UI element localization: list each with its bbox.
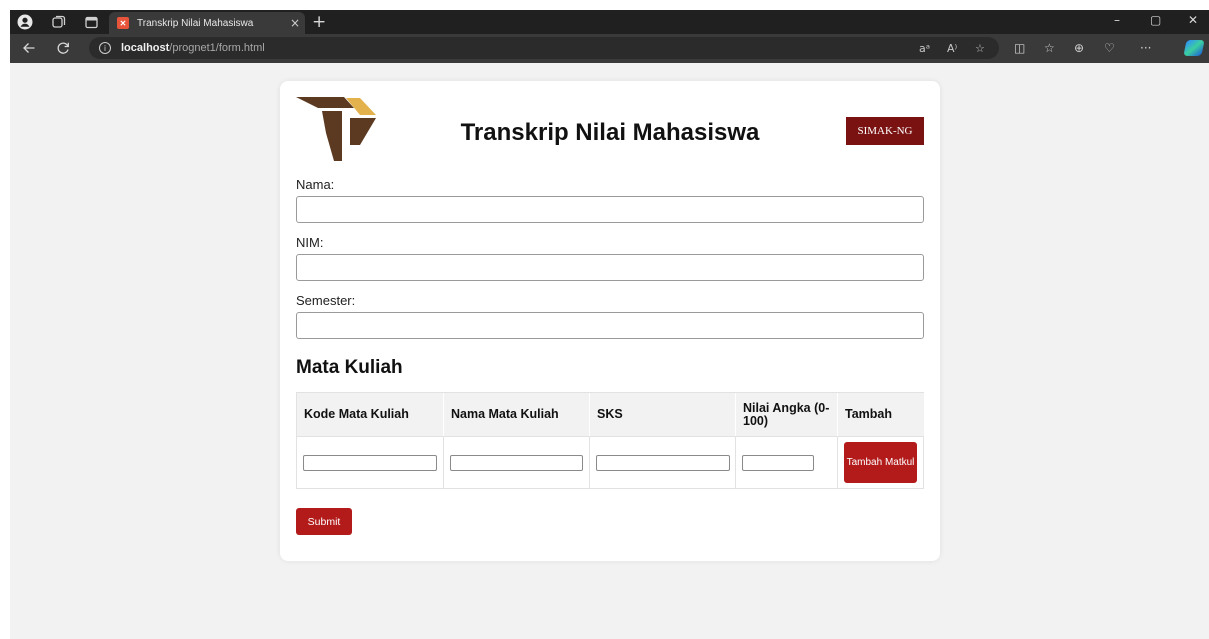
nama-input[interactable] — [296, 196, 924, 223]
split-screen-icon[interactable]: ◫ — [1014, 41, 1025, 55]
table-cell — [590, 436, 736, 489]
browser-toolbar: i localhost /prognet1/form.html aᵃ A⁾ ☆ … — [10, 34, 1209, 63]
col-header-nilai: Nilai Angka (0-100) — [736, 393, 838, 436]
url-path: /prognet1/form.html — [169, 42, 265, 54]
restore-icon[interactable]: ▢ — [1150, 13, 1161, 27]
col-header-kode: Kode Mata Kuliah — [297, 393, 444, 436]
sks-input[interactable] — [596, 455, 730, 471]
col-header-sks: SKS — [590, 393, 736, 436]
refresh-icon[interactable] — [54, 39, 72, 57]
profile-icon[interactable] — [16, 13, 34, 31]
col-header-nama: Nama Mata Kuliah — [444, 393, 590, 436]
read-aloud-icon[interactable]: A⁾ — [947, 42, 957, 55]
nim-label: NIM: — [296, 235, 324, 250]
table-cell — [444, 436, 590, 489]
kode-matkul-input[interactable] — [303, 455, 437, 471]
site-info-icon[interactable]: i — [99, 42, 111, 54]
favorite-star-icon[interactable]: ☆ — [975, 42, 985, 55]
page-viewport: Transkrip Nilai Mahasiswa SIMAK-NG Nama:… — [10, 63, 1209, 639]
mata-kuliah-heading: Mata Kuliah — [296, 357, 403, 378]
table-cell: Tambah Matkul — [838, 436, 924, 489]
tab-strip: ✕ Transkrip Nilai Mahasiswa × + – ▢ ✕ — [10, 10, 1209, 34]
semester-input[interactable] — [296, 312, 924, 339]
nama-matkul-input[interactable] — [450, 455, 583, 471]
back-icon[interactable] — [20, 39, 38, 57]
more-menu-icon[interactable]: ··· — [1140, 41, 1151, 55]
tab-title: Transkrip Nilai Mahasiswa — [137, 17, 254, 29]
tab-actions-icon[interactable] — [82, 13, 100, 31]
page-title: Transkrip Nilai Mahasiswa — [460, 119, 760, 146]
nilai-angka-input[interactable] — [742, 455, 814, 471]
xampp-favicon-icon: ✕ — [117, 17, 129, 29]
tab-active[interactable]: ✕ Transkrip Nilai Mahasiswa × — [109, 12, 305, 34]
tab-close-icon[interactable]: × — [285, 16, 305, 30]
tambah-matkul-button[interactable]: Tambah Matkul — [844, 442, 917, 483]
course-table: Kode Mata Kuliah Nama Mata Kuliah SKS Ni… — [296, 392, 924, 489]
browser-essentials-icon[interactable]: ♡ — [1104, 41, 1115, 55]
simak-badge: SIMAK-NG — [846, 117, 924, 145]
browser-window: ✕ Transkrip Nilai Mahasiswa × + – ▢ ✕ i … — [10, 10, 1209, 639]
table-cell — [736, 436, 838, 489]
form-card: Transkrip Nilai Mahasiswa SIMAK-NG Nama:… — [280, 81, 940, 561]
table-cell — [297, 436, 444, 489]
minimize-icon[interactable]: – — [1114, 13, 1120, 27]
favorites-icon[interactable]: ☆ — [1044, 41, 1055, 55]
url-host: localhost — [121, 42, 170, 54]
close-window-icon[interactable]: ✕ — [1188, 13, 1198, 27]
nim-input[interactable] — [296, 254, 924, 281]
address-bar[interactable]: i localhost /prognet1/form.html aᵃ A⁾ ☆ — [89, 37, 999, 59]
submit-button[interactable]: Submit — [296, 508, 352, 535]
nama-label: Nama: — [296, 177, 335, 192]
copilot-icon[interactable] — [1183, 40, 1205, 56]
col-header-tambah: Tambah — [838, 393, 924, 436]
new-tab-icon[interactable]: + — [312, 12, 326, 32]
workspaces-icon[interactable] — [50, 13, 68, 31]
translate-icon[interactable]: aᵃ — [919, 42, 930, 55]
semester-label: Semester: — [296, 293, 356, 308]
collections-icon[interactable]: ⊕ — [1074, 41, 1084, 55]
